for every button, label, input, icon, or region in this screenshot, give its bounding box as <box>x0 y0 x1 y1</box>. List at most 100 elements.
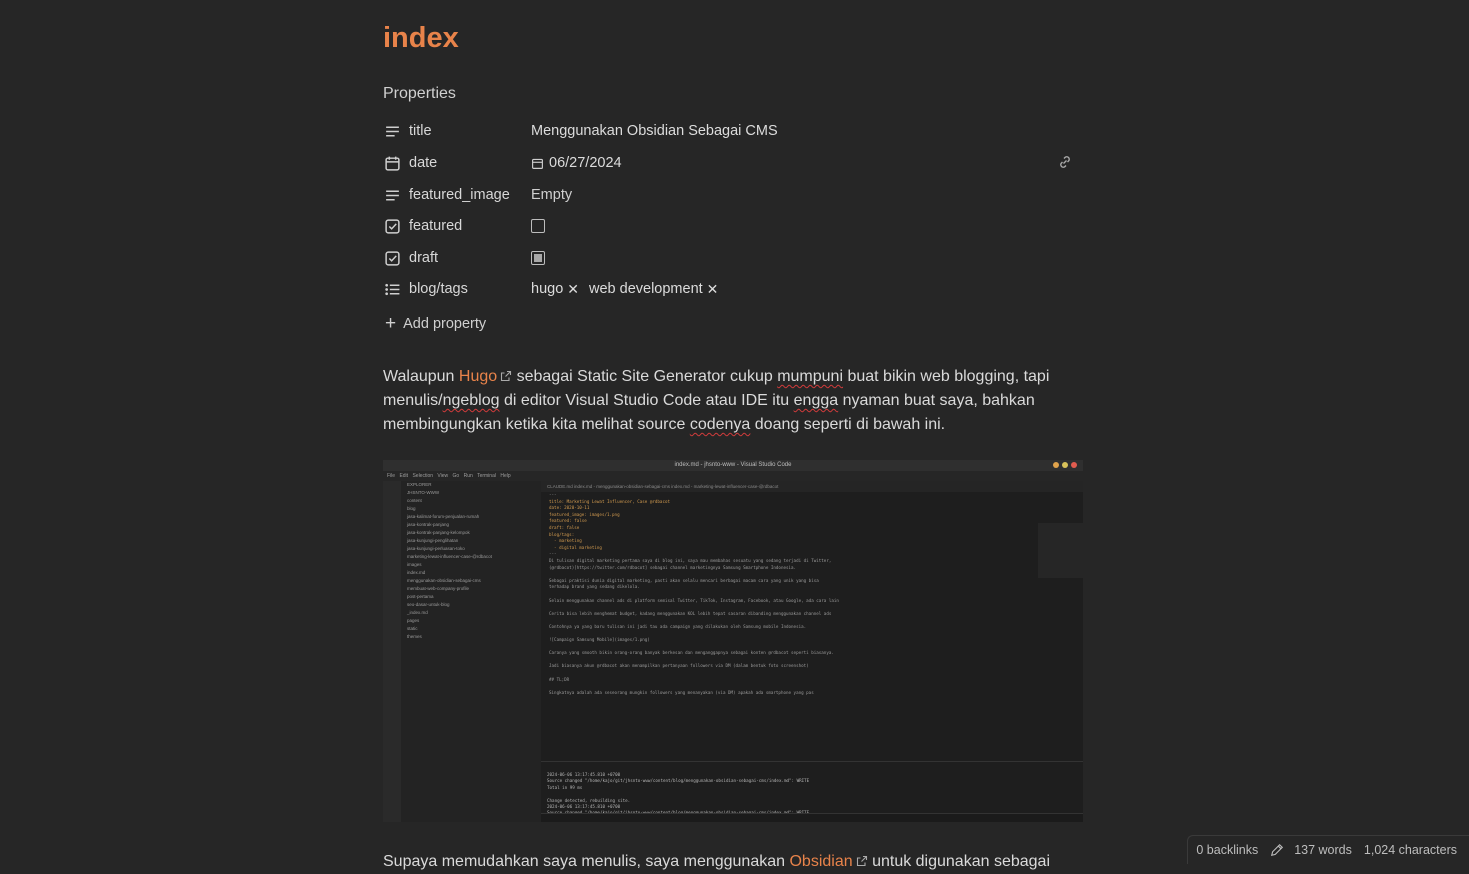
screenshot-activity-bar <box>383 481 401 822</box>
code-line: terhadap brand yang sedang dikelola. <box>549 584 640 590</box>
code-line: Sebagai praktisi dunia digital marketing… <box>549 577 819 583</box>
explorer-item: marketing-lewat-influencer-case-@rdbacot <box>407 554 492 559</box>
code-line: ![Campaign Samsung Mobile](images/1.png) <box>549 637 650 643</box>
paragraph[interactable]: Supaya memudahkan saya menulis, saya men… <box>383 850 1083 874</box>
text-icon[interactable] <box>383 186 401 204</box>
minimize-dot-icon <box>1053 462 1059 468</box>
code-line: - marketing <box>549 538 582 544</box>
misspelled-word: codenya <box>689 416 751 433</box>
text-run: di editor Visual Studio Code atau IDE it… <box>499 392 794 409</box>
hugo-external-link[interactable]: Hugo <box>459 368 497 385</box>
tag-pill[interactable]: hugo ✕ <box>531 281 579 298</box>
remove-tag-icon[interactable]: ✕ <box>707 281 719 298</box>
explorer-item: JHSNTO-WWW <box>407 490 440 495</box>
screenshot-code: --- title: Marketing Lewat Influencer, Ca… <box>541 492 1083 696</box>
explorer-item: images <box>407 562 422 567</box>
plus-icon: + <box>385 313 397 334</box>
code-line: blog/tags: <box>549 531 575 537</box>
explorer-tree: JHSNTO-WWW content blog jasa-kalimat-forum-… <box>407 489 541 641</box>
screenshot-window-title: index.md - jhsnto-www - Visual Studio Co… <box>674 462 792 468</box>
text-run: doang seperti di bawah ini. <box>750 416 946 433</box>
code-line: title: Marketing Lewat Influencer, Case … <box>549 498 671 504</box>
property-featured: featured <box>383 214 1083 238</box>
add-property-button[interactable]: + Add property <box>385 314 486 333</box>
note-title[interactable]: index <box>383 22 459 55</box>
link-icon[interactable] <box>1057 154 1073 170</box>
featured-checkbox[interactable] <box>531 219 545 233</box>
explorer-item: blog <box>407 506 416 511</box>
code-line: Caranya yang smooth bikin orang-orang ba… <box>549 650 834 656</box>
code-line: ## TL;DR <box>549 676 570 682</box>
text-run: Walaupun <box>383 368 459 385</box>
property-key-draft[interactable]: draft <box>409 250 531 266</box>
calendar-icon[interactable] <box>383 154 401 172</box>
draft-checkbox[interactable] <box>531 251 545 265</box>
text-run: sebagai Static Site Generator cukup <box>512 368 778 385</box>
code-line: - digital marketing <box>549 544 602 550</box>
property-value-title[interactable]: Menggunakan Obsidian Sebagai CMS <box>531 123 778 139</box>
explorer-item: jasa-kunjungi-perluasan-toko <box>407 546 465 551</box>
date-value: 06/27/2024 <box>549 155 622 171</box>
explorer-title: EXPLORER <box>407 482 432 487</box>
remove-tag-icon[interactable]: ✕ <box>567 281 579 298</box>
embedded-screenshot[interactable]: index.md - jhsnto-www - Visual Studio Co… <box>383 460 1083 822</box>
screenshot-titlebar: index.md - jhsnto-www - Visual Studio Co… <box>383 460 1083 471</box>
explorer-item: static <box>407 626 418 631</box>
explorer-item: menggunakan-obsidian-sebagai-cms <box>407 578 481 583</box>
external-link-icon <box>856 855 867 867</box>
code-line: Di tulisan digital marketing pertama say… <box>549 557 832 563</box>
code-line: draft: false <box>549 524 580 530</box>
property-date: date 06/27/2024 <box>383 151 1083 175</box>
explorer-item: pages <box>407 618 420 623</box>
property-key-featured[interactable]: featured <box>409 218 531 234</box>
explorer-item: membuat-web-company-profile <box>407 586 470 591</box>
property-title: title Menggunakan Obsidian Sebagai CMS <box>383 119 1083 143</box>
character-count: 1,024 characters <box>1363 843 1457 857</box>
property-key-title[interactable]: title <box>409 123 531 139</box>
property-tags: blog/tags hugo ✕ web development ✕ <box>383 277 1083 301</box>
property-draft: draft <box>383 246 1083 270</box>
date-picker-icon[interactable] <box>531 157 544 170</box>
code-line: Singkatnya adalah ada seseorang mungkin … <box>549 689 814 695</box>
screenshot-menu: File Edit Selection View Go Run Terminal… <box>383 471 1083 481</box>
explorer-item: content <box>407 498 422 503</box>
code-line: Selain menggunakan channel ads di platfo… <box>549 597 839 603</box>
explorer-item: index.md <box>407 570 426 575</box>
property-value-date[interactable]: 06/27/2024 <box>531 155 622 171</box>
obsidian-external-link[interactable]: Obsidian <box>789 853 852 870</box>
screenshot-editor: CLAUDE.md index.md - menggunakan-obsidia… <box>541 481 1083 822</box>
list-icon[interactable] <box>383 280 401 298</box>
checkbox-type-icon[interactable] <box>383 217 401 235</box>
external-link-icon <box>501 370 512 382</box>
misspelled-word: engga <box>793 392 839 409</box>
pencil-icon[interactable] <box>1270 843 1284 857</box>
word-count: 137 words <box>1294 843 1352 857</box>
property-value-featured-image[interactable]: Empty <box>531 187 572 203</box>
property-key-featured-image[interactable]: featured_image <box>409 187 531 203</box>
backlinks-count[interactable]: 0 backlinks <box>1196 843 1258 857</box>
properties-heading[interactable]: Properties <box>383 85 456 103</box>
property-key-date[interactable]: date <box>409 155 531 171</box>
screenshot-explorer: EXPLORER JHSNTO-WWW content blog jasa-kalim… <box>401 481 541 822</box>
screenshot-tabs: CLAUDE.md index.md - menggunakan-obsidia… <box>541 481 1083 492</box>
property-key-tags[interactable]: blog/tags <box>409 281 531 297</box>
code-line: Contohnya ya yang baru tulisan ini jadi … <box>549 623 807 629</box>
explorer-item: jasa-kontrak-panjang <box>407 522 450 527</box>
add-property-label: Add property <box>403 315 487 332</box>
maximize-dot-icon <box>1062 462 1068 468</box>
text-icon[interactable] <box>383 122 401 140</box>
paragraph[interactable]: Walaupun Hugo sebagai Static Site Genera… <box>383 365 1083 437</box>
code-line: featured: false <box>549 518 587 524</box>
screenshot-statusbar <box>541 813 1083 822</box>
checkbox-type-icon[interactable] <box>383 249 401 267</box>
property-featured-image: featured_image Empty <box>383 183 1083 207</box>
tag-pill[interactable]: web development ✕ <box>589 281 718 298</box>
